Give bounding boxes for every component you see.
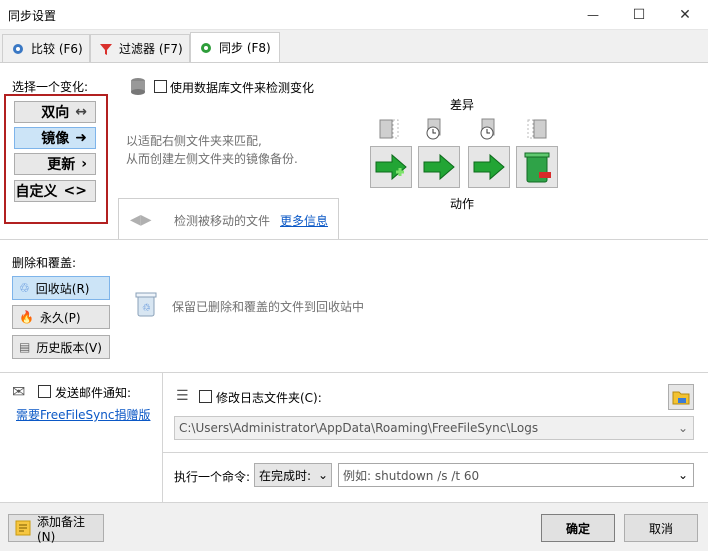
divider-3 (162, 452, 708, 453)
more-info-link[interactable]: 更多信息 (280, 212, 328, 229)
cancel-button[interactable]: 取消 (624, 514, 698, 542)
action-overwrite-right-2-button[interactable] (468, 146, 510, 188)
sync-gear-icon (201, 42, 211, 53)
permanent-option[interactable]: 🔥 永久(P) (12, 305, 110, 329)
minimize-icon: — (587, 8, 599, 22)
two-way-button[interactable]: 双向 ↔ (14, 101, 96, 123)
recycle-bin-option[interactable]: ♲ 回收站(R) (12, 276, 110, 300)
filter-icon (100, 43, 112, 55)
update-chevron-icon: › (81, 156, 87, 172)
add-note-button[interactable]: 添加备注(N) (8, 514, 104, 544)
window-title: 同步设置 (8, 9, 57, 23)
action-create-left-button[interactable] (370, 146, 412, 188)
left-newer-icon (422, 116, 448, 142)
vertical-divider (162, 372, 163, 502)
update-label: 更新 (47, 157, 76, 173)
permanent-label: 永久(P) (39, 310, 81, 325)
ok-label: 确定 (565, 521, 590, 536)
cancel-label: 取消 (648, 521, 673, 536)
deletion-description: 保留已删除和覆盖的文件到回收站中 (172, 300, 365, 314)
versioning-label: 历史版本(V) (36, 340, 102, 355)
close-button[interactable]: ✕ (662, 0, 708, 30)
minimize-button[interactable]: — (570, 0, 616, 30)
tab-filter-label: 过滤器 (F7) (119, 42, 183, 56)
recycle-bin-large-icon: ♲ (135, 292, 157, 317)
tab-compare-label: 比较 (F6) (31, 42, 83, 56)
detect-moved-label: 检测被移动的文件 (174, 214, 271, 228)
divider-2 (0, 372, 708, 373)
green-arrow-plus-icon (375, 153, 407, 181)
database-icon (131, 78, 145, 95)
tab-sync-label: 同步 (F8) (219, 41, 271, 55)
chevron-down-icon-3: ⌄ (677, 468, 689, 482)
actions-heading: 动作 (450, 197, 475, 211)
variant-description-line2: 从而创建左侧文件夹的镜像备份. (126, 152, 298, 166)
command-label: 执行一个命令: (174, 470, 251, 484)
update-button[interactable]: 更新 › (14, 153, 96, 175)
close-icon: ✕ (679, 7, 691, 23)
variant-description-line1: 以适配右侧文件夹来匹配, (126, 134, 262, 148)
note-icon (15, 520, 31, 536)
flame-icon: 🔥 (19, 310, 34, 324)
two-way-arrow-icon: ↔ (75, 104, 87, 120)
tab-sync[interactable]: 同步 (F8) (190, 32, 280, 62)
two-way-label: 双向 (41, 105, 70, 121)
ok-button[interactable]: 确定 (541, 514, 615, 542)
custom-label: 自定义 (15, 184, 58, 200)
email-checkbox[interactable] (38, 385, 51, 398)
maximize-button[interactable]: ☐ (616, 0, 662, 30)
command-when-value: 在完成时: (259, 468, 312, 483)
versioning-option[interactable]: ▤ 历史版本(V) (12, 335, 110, 359)
logfolder-path-field[interactable]: C:\Users\Administrator\AppData\Roaming\F… (174, 416, 694, 440)
right-newer-icon (474, 116, 500, 142)
email-label: 发送邮件通知: (55, 386, 132, 400)
versions-icon: ▤ (19, 340, 31, 354)
gear-icon (13, 43, 23, 54)
folder-icon (672, 391, 690, 405)
recycle-small-icon: ♲ (19, 281, 30, 295)
database-label: 使用数据库文件来检测变化 (170, 81, 315, 95)
chevron-down-icon-2: ⌄ (317, 468, 329, 482)
deletion-heading: 删除和覆盖: (12, 256, 77, 270)
custom-brackets-icon: <> (63, 183, 87, 199)
logfolder-path: C:\Users\Administrator\AppData\Roaming\F… (179, 421, 539, 435)
maximize-icon: ☐ (632, 7, 646, 23)
action-delete-right-button[interactable] (516, 146, 558, 188)
recycle-bin-label: 回收站(R) (35, 281, 90, 296)
mirror-button[interactable]: 镜像 ➜ (14, 127, 96, 149)
command-placeholder: 例如: shutdown /s /t 60 (343, 468, 480, 483)
svg-text:♲: ♲ (142, 303, 151, 314)
divider-1 (0, 239, 708, 240)
log-list-icon: ☰ (176, 388, 189, 404)
variant-heading: 选择一个变化: (12, 80, 89, 94)
logfolder-checkbox[interactable] (199, 390, 212, 403)
green-arrow-right-icon (423, 153, 455, 181)
right-only-icon (524, 116, 550, 142)
tab-compare[interactable]: 比较 (F6) (2, 34, 90, 62)
donation-edition-link[interactable]: 需要FreeFileSync捐赠版 (16, 406, 150, 423)
browse-folder-button[interactable] (668, 384, 694, 410)
custom-button[interactable]: 自定义 <> (14, 180, 96, 202)
left-only-icon (376, 116, 402, 142)
logfolder-label: 修改日志文件夹(C): (216, 391, 322, 405)
database-checkbox[interactable] (154, 80, 167, 93)
envelope-icon: ✉ (12, 382, 26, 401)
add-note-label: 添加备注(N) (36, 514, 85, 544)
command-input[interactable]: 例如: shutdown /s /t 60 ⌄ (338, 463, 694, 487)
command-when-select[interactable]: 在完成时: ⌄ (254, 463, 332, 487)
mirror-label: 镜像 (41, 131, 70, 147)
action-overwrite-right-button[interactable] (418, 146, 460, 188)
tab-filter[interactable]: 过滤器 (F7) (90, 34, 190, 62)
chevron-down-icon: ⌄ (677, 421, 689, 435)
mirror-arrow-icon: ➜ (75, 130, 87, 146)
move-arrows-icon: ◀▶ (130, 212, 152, 228)
green-arrow-right-icon-2 (473, 153, 505, 181)
recycle-bin-icon (524, 152, 551, 183)
title-bar: 同步设置 — ☐ ✕ (0, 0, 708, 30)
differences-heading: 差异 (450, 98, 475, 112)
